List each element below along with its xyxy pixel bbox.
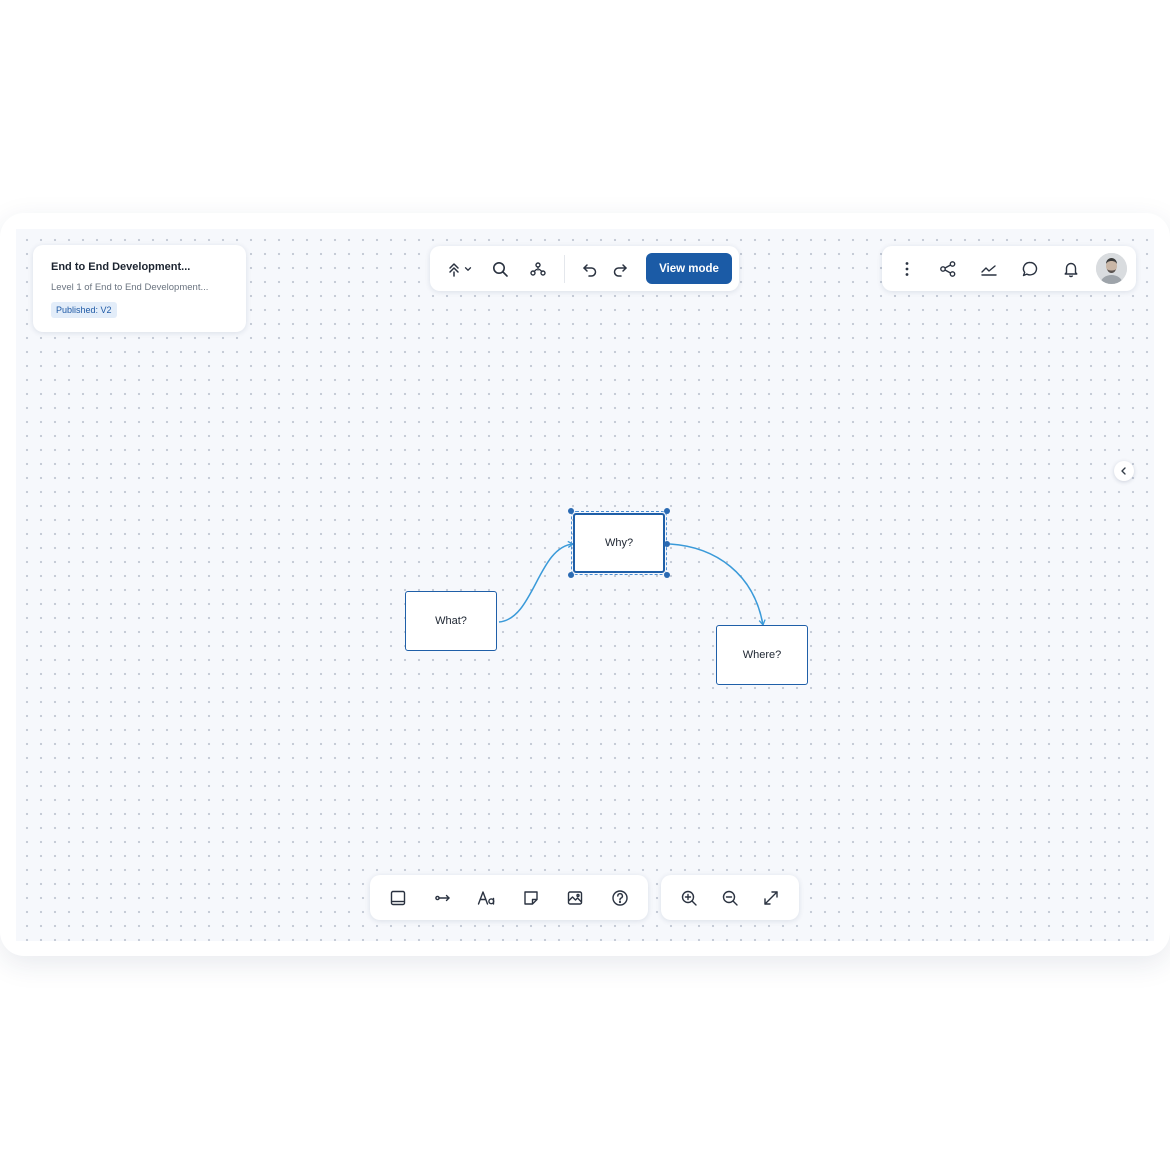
image-icon[interactable] [563, 886, 587, 910]
whiteboard-canvas[interactable]: End to End Development... Level 1 of End… [16, 229, 1154, 941]
status-badge: Published: V2 [51, 302, 117, 318]
insert-toolbar [370, 875, 648, 920]
shape-icon[interactable] [386, 886, 410, 910]
more-vertical-icon[interactable] [895, 257, 919, 281]
text-icon[interactable] [475, 886, 499, 910]
connection-handle[interactable] [664, 541, 670, 547]
node-why[interactable]: Why? [571, 511, 667, 575]
connector-why-where [669, 543, 766, 627]
connector-icon[interactable] [431, 886, 455, 910]
zoom-toolbar [661, 875, 799, 920]
comment-icon[interactable] [1018, 257, 1042, 281]
zoom-out-icon[interactable] [718, 886, 742, 910]
resize-handle[interactable] [664, 508, 670, 514]
diagram-level: Level 1 of End to End Development... [51, 282, 209, 293]
app-frame: End to End Development... Level 1 of End… [0, 213, 1170, 956]
hierarchy-icon[interactable] [526, 257, 550, 281]
top-toolbar: View mode [430, 246, 739, 291]
toolbar-divider [564, 255, 565, 283]
view-mode-button[interactable]: View mode [646, 253, 732, 284]
bell-icon[interactable] [1059, 257, 1083, 281]
right-toolbar [882, 246, 1136, 291]
node-label: What? [435, 615, 467, 627]
chevron-down-icon[interactable] [462, 257, 474, 281]
node-label: Where? [742, 649, 782, 661]
resize-handle[interactable] [568, 508, 574, 514]
diagram-connectors [498, 540, 766, 627]
chevron-left-icon [1121, 467, 1126, 475]
sticky-note-icon[interactable] [519, 886, 543, 910]
help-icon[interactable] [608, 886, 632, 910]
node-where[interactable]: Where? [716, 625, 808, 685]
resize-handle[interactable] [664, 572, 670, 578]
collapse-panel-button[interactable] [1114, 461, 1134, 481]
diagram-info-card: End to End Development... Level 1 of End… [33, 245, 246, 332]
diagram-title: End to End Development... [51, 261, 191, 273]
resize-handle[interactable] [568, 572, 574, 578]
fit-screen-icon[interactable] [759, 886, 783, 910]
connector-what-why [498, 540, 575, 623]
share-icon[interactable] [936, 257, 960, 281]
search-icon[interactable] [488, 257, 512, 281]
node-label: Why? [604, 537, 634, 549]
redo-icon[interactable] [608, 257, 632, 281]
node-what[interactable]: What? [405, 591, 497, 651]
analytics-icon[interactable] [977, 257, 1001, 281]
undo-icon[interactable] [578, 257, 602, 281]
user-avatar[interactable] [1096, 253, 1127, 284]
zoom-in-icon[interactable] [677, 886, 701, 910]
